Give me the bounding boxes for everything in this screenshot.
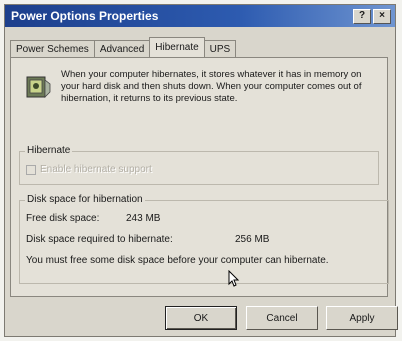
close-button[interactable]: ×	[373, 8, 391, 24]
free-space-label: Free disk space:	[26, 213, 100, 224]
tab-ups[interactable]: UPS	[203, 40, 237, 57]
tab-power-schemes[interactable]: Power Schemes	[10, 40, 95, 57]
required-space-value: 256 MB	[235, 234, 270, 245]
tab-strip: Power Schemes Advanced Hibernate UPS	[10, 37, 237, 57]
title-bar-buttons: ? ×	[353, 8, 391, 24]
hibernate-icon	[26, 76, 51, 98]
info-section: When your computer hibernates, it stores…	[21, 69, 381, 105]
hibernate-group-label: Hibernate	[25, 145, 73, 156]
cancel-button[interactable]: Cancel	[246, 306, 318, 330]
info-text: When your computer hibernates, it stores…	[61, 69, 362, 104]
enable-hibernate-checkbox-row[interactable]: Enable hibernate support	[26, 164, 152, 175]
tab-advanced[interactable]: Advanced	[93, 40, 151, 57]
window-title: Power Options Properties	[11, 9, 159, 23]
title-bar[interactable]: Power Options Properties ? ×	[5, 5, 395, 27]
tab-hibernate[interactable]: Hibernate	[149, 37, 205, 57]
free-space-value: 243 MB	[126, 213, 161, 224]
disk-space-group-label: Disk space for hibernation	[25, 194, 145, 205]
required-space-label: Disk space required to hibernate:	[26, 234, 173, 245]
apply-button[interactable]: Apply	[326, 306, 398, 330]
help-button[interactable]: ?	[353, 8, 371, 24]
enable-hibernate-checkbox[interactable]	[26, 164, 36, 175]
mouse-cursor-icon	[228, 270, 240, 287]
enable-hibernate-label[interactable]: Enable hibernate support	[40, 164, 152, 175]
hibernate-tab-panel: When your computer hibernates, it stores…	[10, 57, 389, 297]
disk-space-group: Disk space for hibernation Free disk spa…	[19, 194, 389, 284]
ok-button[interactable]: OK	[165, 306, 237, 330]
disk-space-message: You must free some disk space before you…	[26, 255, 329, 266]
hibernate-group: Hibernate Enable hibernate support	[19, 145, 379, 185]
